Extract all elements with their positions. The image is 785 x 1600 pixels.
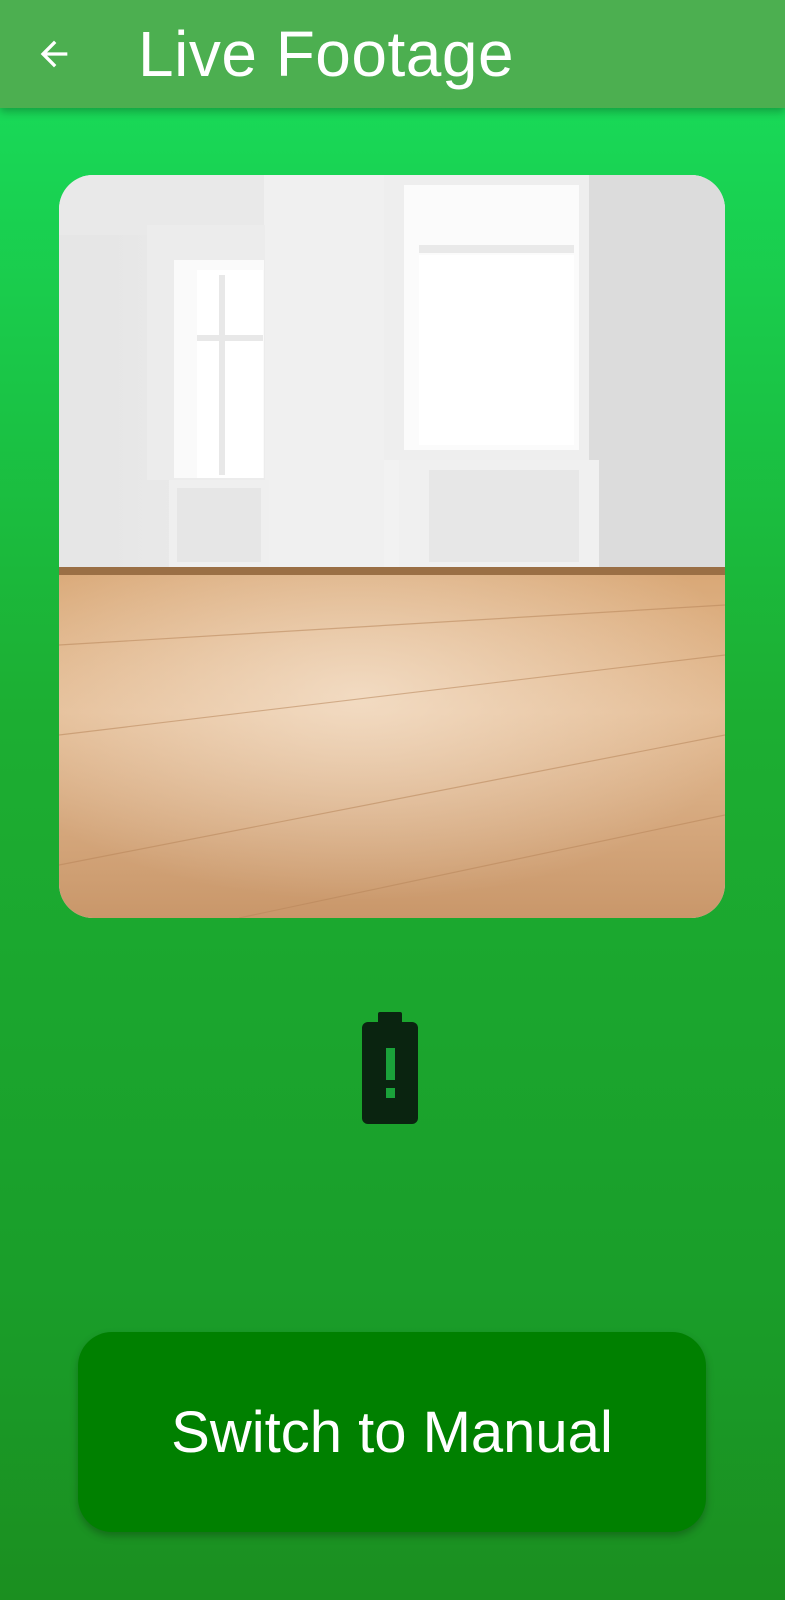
app-bar: Live Footage: [0, 0, 785, 108]
switch-to-manual-button[interactable]: Switch to Manual: [78, 1332, 706, 1532]
back-button[interactable]: [22, 22, 86, 86]
battery-alert-icon: [358, 1010, 422, 1126]
live-camera-feed: [59, 175, 725, 918]
page-title: Live Footage: [138, 18, 515, 90]
arrow-back-icon: [40, 40, 68, 68]
room-image: [59, 175, 725, 918]
